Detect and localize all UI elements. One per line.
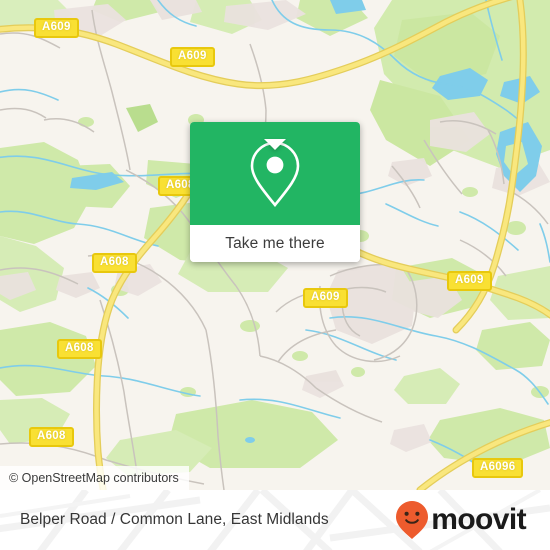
road-shield: A608 (29, 427, 74, 447)
popup-pointer (264, 139, 286, 150)
road-shield: A609 (34, 18, 79, 38)
screenshot-root: A609 A609 A608 A608 A608 A608 A609 A609 A6096 Ta… (0, 0, 550, 550)
bottom-info-bar: Belper Road / Common Lane, East Midlands… (0, 490, 550, 550)
road-shield: A6096 (472, 458, 524, 478)
road-shield: A608 (92, 253, 137, 273)
take-me-there-button[interactable]: Take me there (190, 225, 360, 262)
moovit-logo[interactable]: moovit (395, 490, 527, 550)
osm-attribution-text: © OpenStreetMap contributors (9, 471, 179, 485)
road-shield: A608 (57, 339, 102, 359)
take-me-there-label: Take me there (225, 234, 325, 252)
map-canvas[interactable]: A609 A609 A608 A608 A608 A608 A609 A609 A6096 Ta… (0, 0, 550, 490)
road-shield: A609 (303, 288, 348, 308)
place-name: Belper Road / Common Lane, East Midlands (20, 490, 329, 550)
moovit-wordmark: moovit (431, 503, 526, 536)
road-shield: A609 (170, 47, 215, 67)
osm-attribution[interactable]: © OpenStreetMap contributors (0, 466, 189, 490)
popup-header (190, 122, 360, 225)
place-name-text: Belper Road / Common Lane, East Midlands (20, 511, 329, 528)
moovit-smiley-pin-icon (396, 501, 429, 539)
road-shield: A609 (447, 271, 492, 291)
